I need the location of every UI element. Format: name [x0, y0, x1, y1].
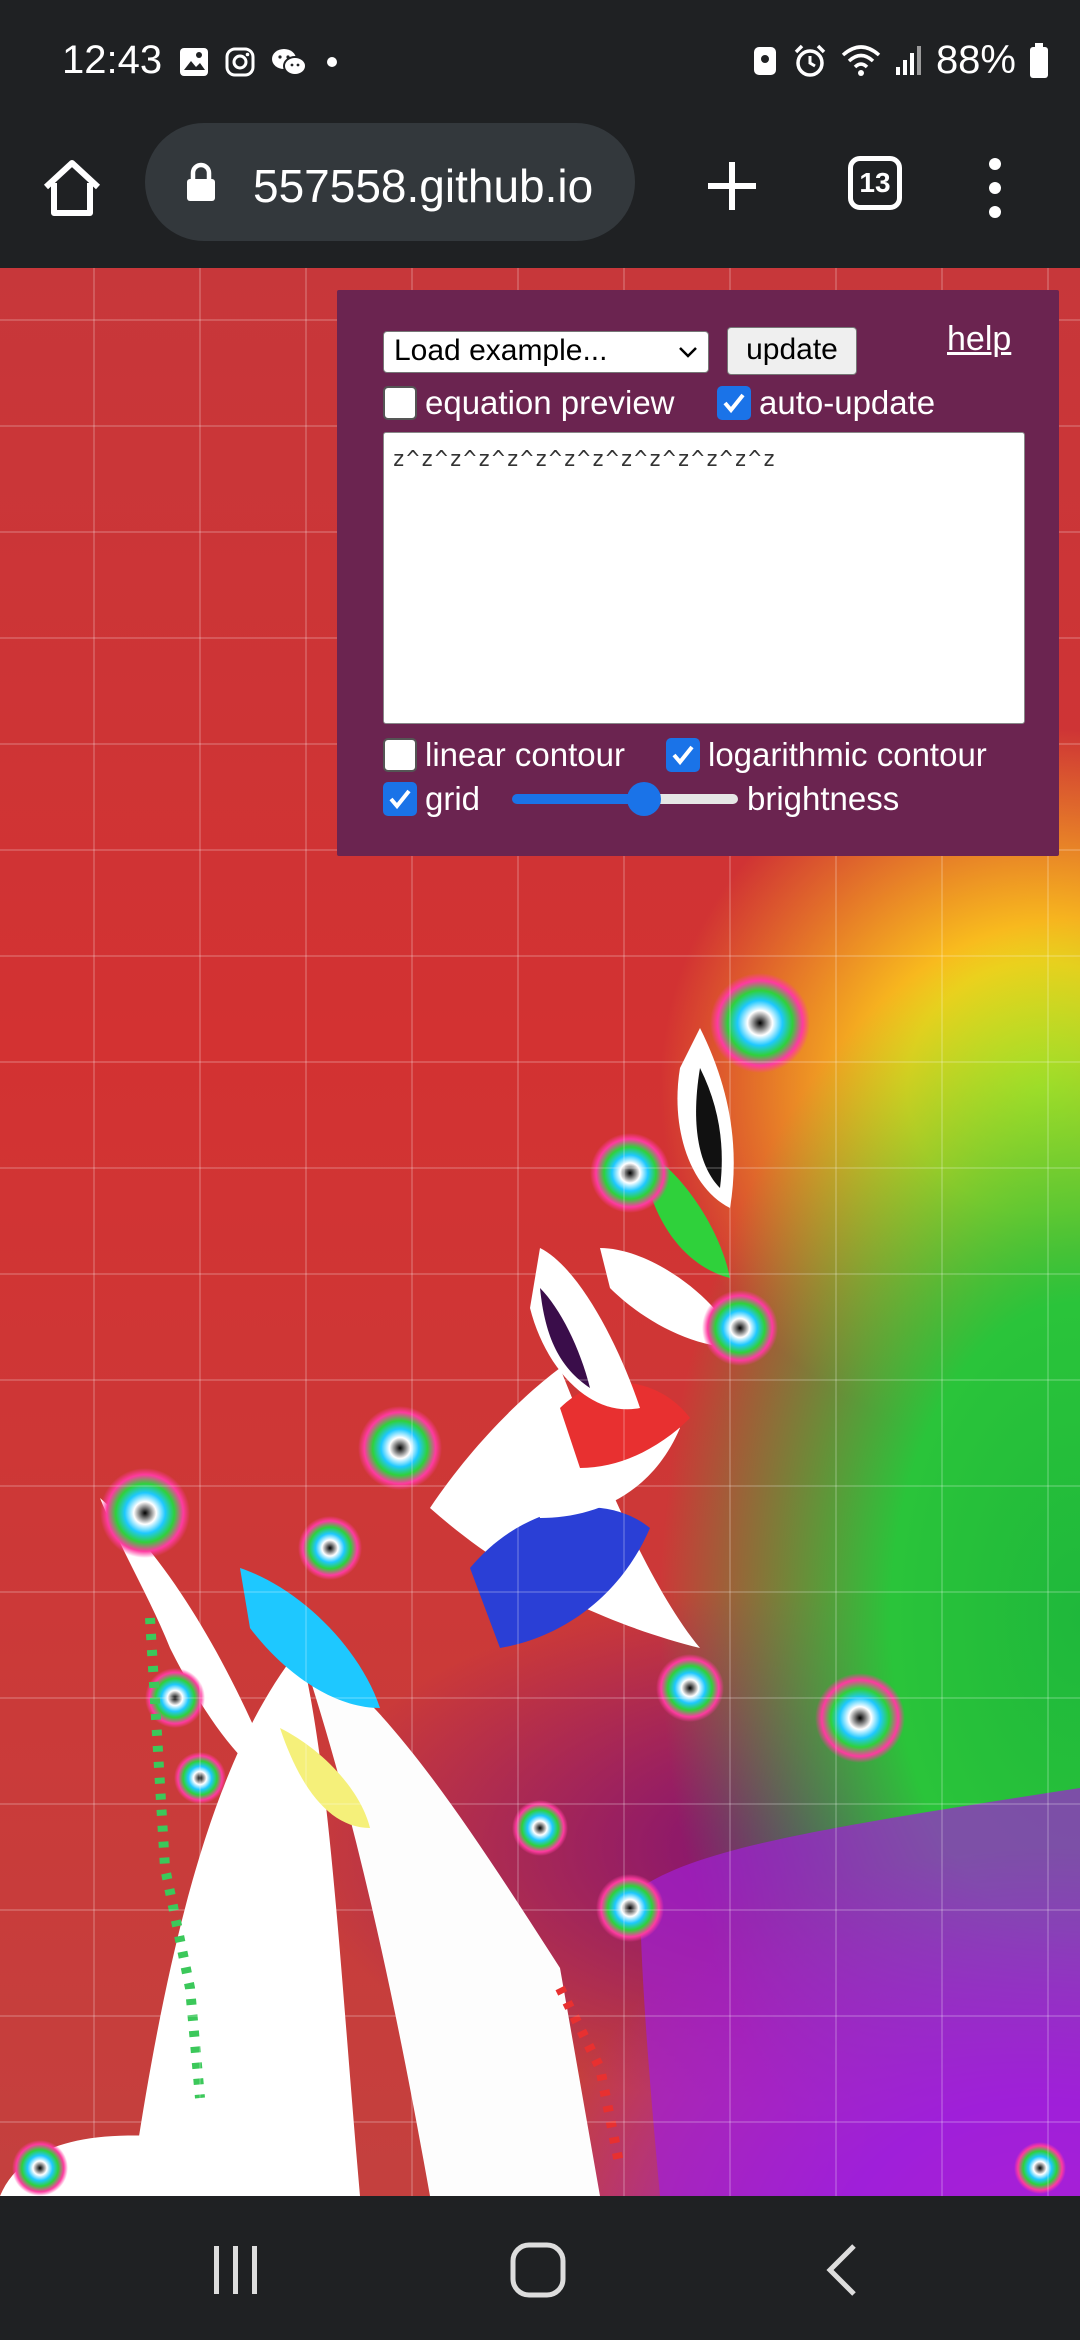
status-time: 12:43	[62, 38, 163, 82]
wechat-icon	[272, 49, 307, 76]
instagram-icon	[225, 47, 255, 77]
url-bar[interactable]: 557558.github.io	[145, 123, 635, 241]
tabs-icon[interactable]: 13	[848, 156, 902, 210]
battery-icon	[1030, 42, 1048, 78]
grid-checkbox[interactable]	[383, 782, 417, 816]
signal-icon	[895, 45, 921, 75]
plus-icon[interactable]	[700, 154, 764, 218]
gallery-icon	[180, 48, 208, 76]
slider-fill	[512, 794, 644, 804]
help-link[interactable]: help	[947, 320, 1011, 359]
brightness-label: brightness	[747, 780, 900, 817]
slider-thumb[interactable]	[627, 782, 661, 816]
status-left-icons	[178, 46, 342, 78]
chevron-down-icon	[679, 347, 697, 358]
home-icon[interactable]	[36, 153, 108, 225]
example-select[interactable]: Load example...	[383, 331, 709, 373]
tab-count: 13	[859, 167, 891, 198]
recent-apps-icon[interactable]	[208, 2242, 264, 2298]
example-select-value: Load example...	[394, 334, 608, 367]
update-button[interactable]: update	[727, 327, 857, 375]
control-panel: Load example... update help equation pre…	[337, 290, 1059, 856]
checkmark-icon	[389, 789, 411, 810]
logarithmic-contour-checkbox[interactable]	[666, 738, 700, 772]
linear-contour-checkbox[interactable]	[383, 738, 417, 772]
checkmark-icon	[723, 393, 745, 414]
status-bar: 12:43 88%	[0, 0, 1080, 120]
url-text[interactable]: 557558.github.io	[253, 159, 593, 213]
dot-icon	[327, 57, 337, 67]
equation-preview-label: equation preview	[425, 384, 675, 421]
status-right-icons: 88%	[750, 38, 1050, 83]
navigation-bar	[0, 2196, 1080, 2340]
auto-update-checkbox[interactable]	[717, 386, 751, 420]
battery-percentage: 88%	[935, 38, 1016, 82]
menu-icon[interactable]	[980, 152, 1010, 224]
checkmark-icon	[672, 745, 694, 766]
auto-update-label: auto-update	[759, 384, 936, 421]
brightness-slider[interactable]	[512, 782, 738, 816]
lock-icon[interactable]	[185, 162, 217, 202]
wifi-icon	[841, 44, 881, 76]
equation-preview-checkbox[interactable]	[383, 386, 417, 420]
home-nav-icon[interactable]	[508, 2240, 568, 2300]
browser-toolbar: 557558.github.io 13	[0, 120, 1080, 268]
linear-contour-label: linear contour	[425, 736, 625, 773]
alarm-icon	[794, 44, 826, 77]
equation-input[interactable]: z^z^z^z^z^z^z^z^z^z^z^z^z^z	[383, 432, 1025, 724]
back-icon[interactable]	[820, 2240, 864, 2300]
grid-label: grid	[425, 780, 481, 817]
logarithmic-contour-label: logarithmic contour	[708, 736, 987, 773]
notification-icon	[753, 46, 776, 75]
